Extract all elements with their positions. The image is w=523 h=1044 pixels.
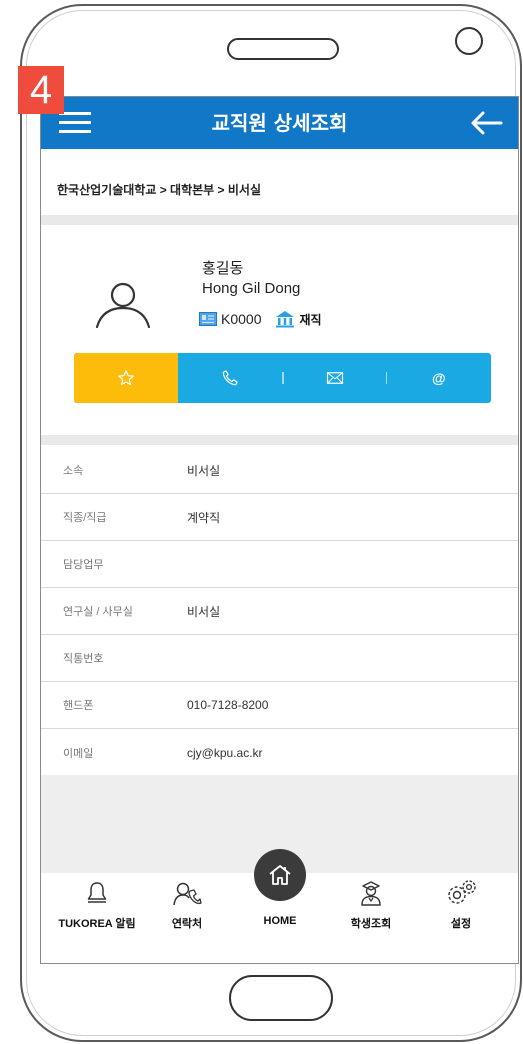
info-label: 이메일 xyxy=(63,747,94,760)
nav-label: 연락처 xyxy=(171,918,203,930)
nav-item-notifications[interactable]: TUKOREA 알림 xyxy=(52,873,142,963)
id-status-row: K0000 재직 xyxy=(199,309,322,329)
info-row-mobile: 핸드폰 010-7128-8200 xyxy=(41,682,518,729)
home-button[interactable] xyxy=(254,849,306,901)
nav-item-home[interactable]: HOME xyxy=(235,849,325,963)
user-avatar-icon xyxy=(95,282,151,329)
info-label: 직통번호 xyxy=(63,653,104,665)
info-value: 비서실 xyxy=(187,463,221,478)
employee-id: K0000 xyxy=(221,311,262,327)
mail-icon xyxy=(326,372,343,384)
student-icon xyxy=(361,881,381,906)
step-number-badge: 4 xyxy=(18,66,64,114)
page-title: 교직원 상세조회 xyxy=(211,111,348,135)
email-button[interactable]: @ xyxy=(387,353,491,403)
section-divider xyxy=(41,435,518,445)
call-button[interactable] xyxy=(178,353,283,403)
nav-item-contacts[interactable]: 연락처 xyxy=(142,873,232,963)
info-row-position: 직종/직급 계약직 xyxy=(41,494,518,541)
bell-icon xyxy=(87,882,107,903)
app-header: 교직원 상세조회 xyxy=(41,97,518,149)
info-row-direct-number: 직통번호 xyxy=(41,635,518,682)
name-korean: 홍길동 xyxy=(202,260,244,277)
building-icon xyxy=(276,311,295,328)
phone-home-button[interactable] xyxy=(229,975,333,1021)
bottom-navigation: TUKOREA 알림 연락처 HOME 학생조회 설정 xyxy=(41,849,518,963)
info-row-affiliation: 소속 비서실 xyxy=(41,447,518,494)
contacts-icon xyxy=(173,882,202,906)
home-icon xyxy=(269,865,291,885)
info-value: 계약직 xyxy=(187,510,221,525)
info-row-duties: 담당업무 xyxy=(41,541,518,588)
favorite-button[interactable] xyxy=(74,353,179,403)
info-label: 연구실 / 사무실 xyxy=(63,606,133,618)
phone-camera xyxy=(455,27,483,55)
nav-label: TUKOREA 알림 xyxy=(58,918,136,930)
id-card-icon xyxy=(199,312,217,326)
star-icon xyxy=(118,370,134,386)
nav-label: 학생조회 xyxy=(350,918,392,930)
info-label: 핸드폰 xyxy=(63,700,94,712)
nav-item-settings[interactable]: 설정 xyxy=(416,873,506,963)
info-value[interactable]: 010-7128-8200 xyxy=(187,698,268,712)
phone-icon xyxy=(223,370,239,386)
app-screen: 교직원 상세조회 한국산업기술대학교 > 대학본부 > 비서실 홍길동 Hong… xyxy=(40,96,519,964)
section-divider xyxy=(41,215,518,225)
back-arrow-icon[interactable] xyxy=(469,109,503,137)
info-label: 소속 xyxy=(63,465,84,477)
gear-icon xyxy=(448,880,476,904)
info-label: 담당업무 xyxy=(63,559,104,571)
phone-speaker xyxy=(227,38,339,60)
mail-button[interactable] xyxy=(282,353,387,403)
employment-status: 재직 xyxy=(299,312,322,327)
staff-info-list: 소속 비서실 직종/직급 계약직 담당업무 연구실 / 사무실 비서실 직통번호… xyxy=(41,447,518,776)
nav-item-student-search[interactable]: 학생조회 xyxy=(326,873,416,963)
nav-label: 설정 xyxy=(450,918,472,930)
info-value[interactable]: cjy@kpu.ac.kr xyxy=(187,746,263,760)
info-value: 비서실 xyxy=(187,604,221,619)
info-row-office: 연구실 / 사무실 비서실 xyxy=(41,588,518,635)
breadcrumb: 한국산업기술대학교 > 대학본부 > 비서실 xyxy=(57,183,261,197)
name-english: Hong Gil Dong xyxy=(202,280,301,297)
contact-action-bar: @ xyxy=(74,353,491,403)
info-label: 직종/직급 xyxy=(63,512,107,524)
at-icon: @ xyxy=(432,370,446,386)
info-row-email: 이메일 cjy@kpu.ac.kr xyxy=(41,729,518,776)
nav-label: HOME xyxy=(263,915,297,927)
